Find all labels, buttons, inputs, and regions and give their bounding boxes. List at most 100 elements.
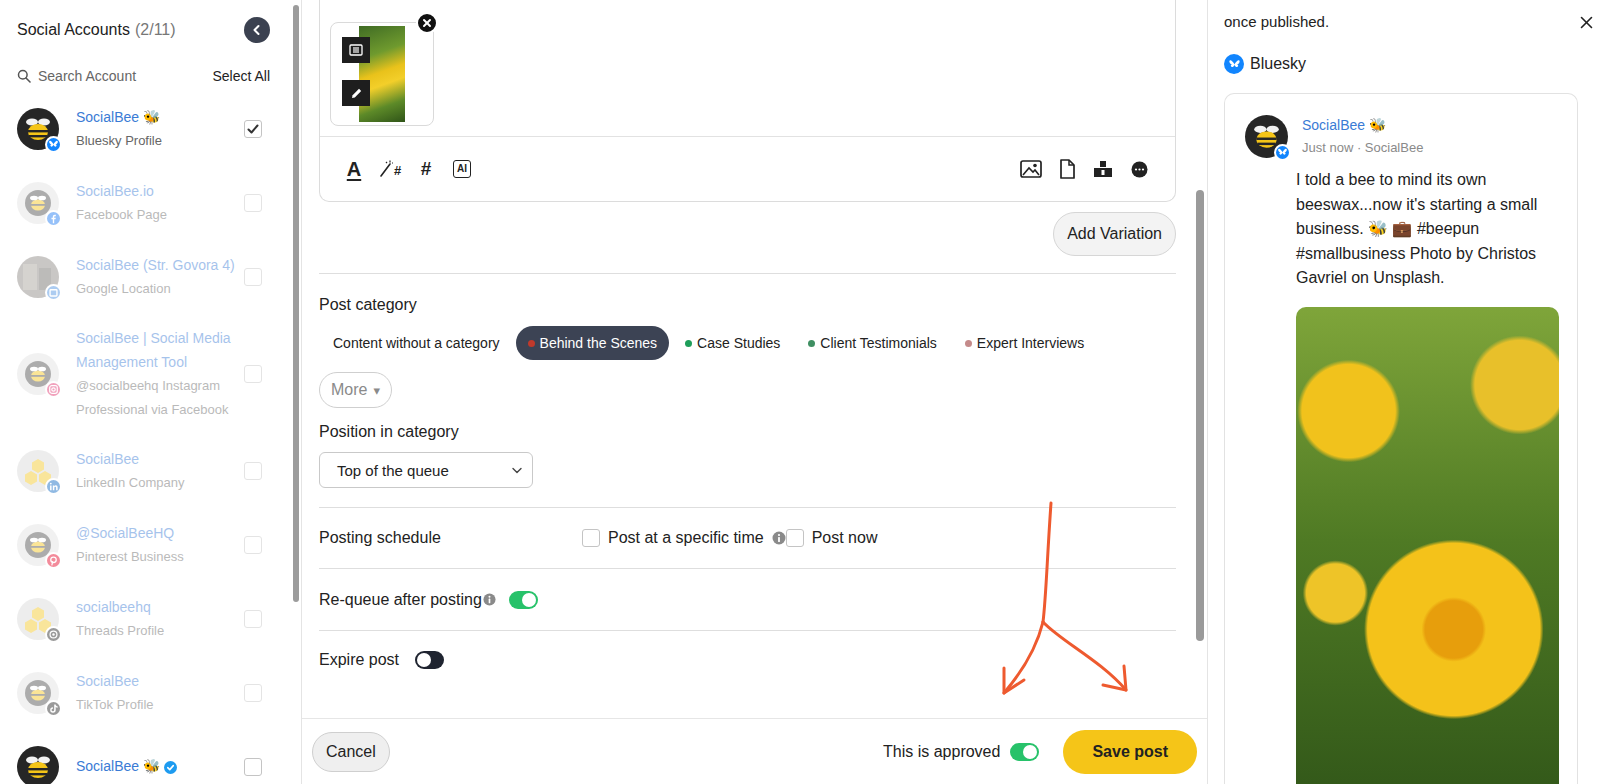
account-avatar	[17, 353, 59, 395]
magnifier-icon	[17, 69, 31, 83]
editor-toolbar: A # # AI	[320, 136, 1175, 201]
account-text: SocialBee.ioFacebook Page	[76, 180, 240, 227]
account-checkbox[interactable]	[244, 365, 262, 383]
avatar-icon	[17, 746, 59, 784]
account-item[interactable]: SocialBee 🐝Bluesky Profile	[0, 92, 290, 166]
network-badge	[45, 552, 62, 569]
caret-icon: ▾	[373, 383, 380, 398]
account-name-text: SocialBee	[76, 670, 139, 694]
account-item[interactable]: SocialBee | Social Media Management Tool…	[0, 314, 290, 434]
more-categories-button[interactable]: More▾	[319, 372, 392, 408]
media-details-button[interactable]	[342, 37, 370, 63]
remove-media-button[interactable]	[416, 12, 438, 34]
account-name: SocialBee 🐝	[76, 106, 240, 130]
select-all-button[interactable]: Select All	[212, 68, 270, 84]
account-item[interactable]: SocialBee 🐝	[0, 730, 290, 784]
schedule-option[interactable]: Post now	[786, 529, 878, 547]
format-tool[interactable]: A	[342, 155, 366, 183]
document-tool[interactable]	[1055, 155, 1079, 183]
sidebar-header: Social Accounts(2/11)	[0, 0, 290, 59]
more-media-tool[interactable]	[1127, 155, 1151, 183]
account-checkbox[interactable]	[244, 610, 262, 628]
schedule-checkbox[interactable]	[582, 529, 600, 547]
account-item[interactable]: SocialBeeLinkedIn Company	[0, 434, 290, 508]
category-chip[interactable]: Expert Interviews	[953, 326, 1096, 360]
ai-tool[interactable]: AI	[450, 155, 474, 183]
sidebar-scroll-thumb[interactable]	[293, 5, 299, 602]
accounts-sidebar: Social Accounts(2/11) Search Account Selec…	[0, 0, 290, 784]
network-badge	[45, 700, 62, 717]
network-badge	[45, 284, 62, 301]
post-editor-screen: Social Accounts(2/11) Search Account Selec…	[0, 0, 1600, 784]
annotation-arrow-icon	[0, 0, 1600, 784]
category-chip[interactable]: Client Testimonials	[796, 326, 948, 360]
account-checkbox[interactable]	[244, 268, 262, 286]
position-value: Top of the queue	[337, 462, 449, 479]
tiktok-icon	[48, 703, 59, 714]
expire-toggle[interactable]	[415, 651, 444, 669]
schedule-option[interactable]: Post at a specific time	[582, 529, 786, 547]
document-icon	[1059, 159, 1075, 179]
media-edit-button[interactable]	[342, 80, 370, 106]
post-editor: A # # AI Add Variation Post category Content w…	[301, 0, 1208, 784]
approved-toggle[interactable]	[1010, 743, 1039, 761]
linkedin-icon	[48, 481, 59, 492]
schedule-checkbox[interactable]	[786, 529, 804, 547]
add-variation-button[interactable]: Add Variation	[1053, 212, 1176, 256]
info-icon[interactable]	[772, 531, 786, 545]
post-category-label: Post category	[319, 294, 417, 316]
account-text: SocialBeeLinkedIn Company	[76, 448, 240, 495]
account-item[interactable]: SocialBee.ioFacebook Page	[0, 166, 290, 240]
toggle-knob	[417, 653, 431, 667]
post-author: SocialBee 🐝	[1302, 115, 1423, 135]
category-chip[interactable]: Case Studies	[673, 326, 792, 360]
save-post-button[interactable]: Save post	[1063, 730, 1197, 774]
requeue-toggle[interactable]	[509, 591, 538, 609]
close-icon	[1580, 16, 1593, 29]
account-name-text: SocialBee.io	[76, 180, 154, 204]
account-checkbox[interactable]	[244, 684, 262, 702]
info-icon[interactable]	[483, 593, 496, 606]
account-checkbox[interactable]	[244, 758, 262, 776]
account-item[interactable]: SocialBeeTikTok Profile	[0, 656, 290, 730]
category-chips: Content without a category Behind the Sce…	[321, 326, 1096, 360]
account-checkbox[interactable]	[244, 536, 262, 554]
account-checkbox[interactable]	[244, 194, 262, 212]
account-subtitle: Bluesky Profile	[76, 129, 240, 153]
account-item[interactable]: SocialBee (Str. Govora 4)Google Location	[0, 240, 290, 314]
chevron-left-icon	[251, 24, 263, 36]
position-select[interactable]: Top of the queue	[319, 452, 533, 488]
category-dot	[965, 340, 972, 347]
account-item[interactable]: @SocialBeeHQPinterest Business	[0, 508, 290, 582]
close-preview-button[interactable]	[1578, 14, 1595, 31]
editor-footer: CancelThis is approvedSave post	[302, 718, 1207, 784]
editor-body: A # # AI Add Variation Post category Content w…	[302, 0, 1207, 718]
account-checkbox[interactable]	[244, 120, 262, 138]
smart-hashtag-tool[interactable]: #	[378, 155, 402, 183]
preview-panel: once published.BlueskySocialBee 🐝Just no…	[1208, 0, 1600, 784]
search-field[interactable]: Search Account	[17, 68, 136, 84]
cancel-button[interactable]: Cancel	[312, 732, 390, 772]
editor-scroll-thumb[interactable]	[1196, 190, 1204, 641]
category-dot	[685, 340, 692, 347]
category-chip[interactable]: Content without a category	[321, 326, 512, 360]
category-dot	[808, 340, 815, 347]
category-chip-label: Behind the Scenes	[540, 335, 658, 351]
media-thumbnail[interactable]	[330, 22, 434, 126]
account-checkbox[interactable]	[244, 462, 262, 480]
category-chip[interactable]: Behind the Scenes	[516, 326, 670, 360]
account-name: socialbeehq	[76, 596, 240, 620]
account-subtitle: Facebook Page	[76, 203, 240, 227]
account-name: SocialBee | Social Media Management Tool	[76, 327, 240, 374]
collapse-button[interactable]	[244, 17, 270, 43]
stack-tool[interactable]	[1091, 155, 1115, 183]
instagram-icon	[48, 384, 59, 395]
image-tool[interactable]	[1019, 155, 1043, 183]
account-item[interactable]: socialbeehqThreads Profile	[0, 582, 290, 656]
hashtag-tool[interactable]: #	[414, 155, 438, 183]
preview-network: Bluesky	[1208, 53, 1600, 75]
tool-glyph: AI	[453, 160, 471, 178]
account-avatar	[17, 746, 59, 784]
search-placeholder: Search Account	[38, 68, 136, 84]
verified-icon	[164, 761, 177, 774]
